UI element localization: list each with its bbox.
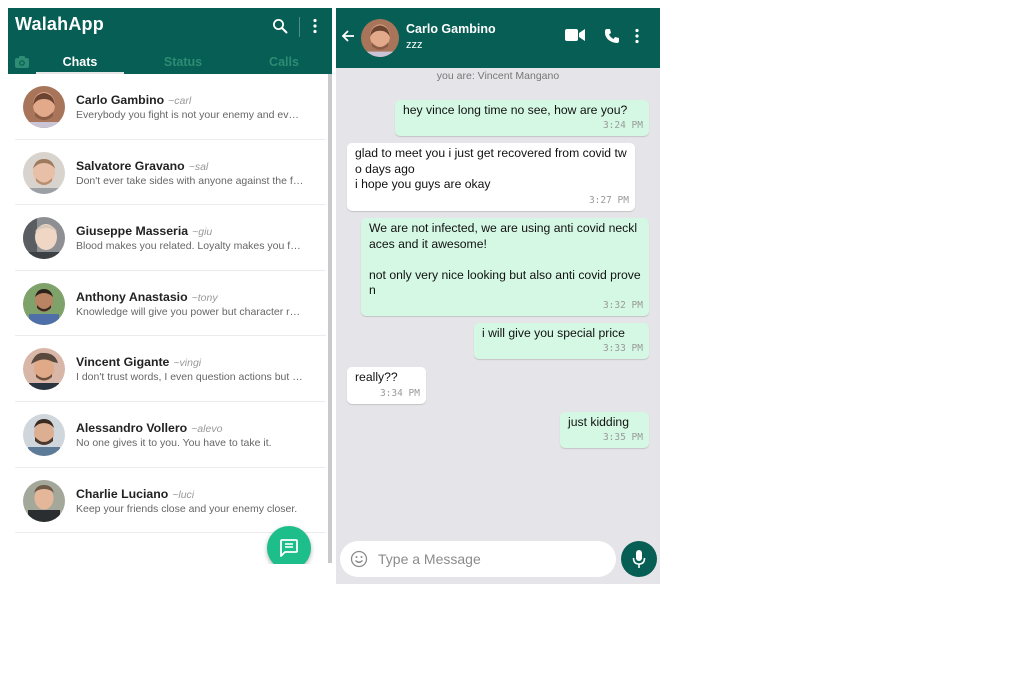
message-text: i will give you special price: [482, 326, 625, 340]
contact-name: Carlo Gambino: [406, 22, 496, 36]
message-bubble-outgoing: i will give you special price 3:33 PM: [474, 323, 649, 359]
chat-list-item[interactable]: Salvatore Gravano ~sal Don't ever take si…: [15, 140, 326, 206]
message-time: 3:35 PM: [602, 431, 643, 443]
message-bubble-outgoing: We are not infected, we are using anti c…: [361, 218, 649, 316]
conversation-header: Carlo Gambino zzz: [336, 8, 660, 68]
camera-icon[interactable]: [14, 55, 30, 71]
message-input[interactable]: [378, 548, 608, 570]
message-text: just kidding: [568, 415, 629, 429]
chat-last-message: Don't ever take sides with anyone agains…: [76, 174, 304, 187]
message-bubble-incoming: glad to meet you i just get recovered fr…: [347, 143, 635, 211]
message-time: 3:33 PM: [602, 342, 643, 354]
chat-list-item[interactable]: Carlo Gambino ~carl Everybody you fight i…: [15, 74, 326, 140]
contact-status: zzz: [406, 39, 423, 51]
tab-status[interactable]: Status: [138, 55, 228, 69]
new-chat-icon: [280, 539, 298, 557]
chat-name: Charlie Luciano ~luci: [76, 486, 195, 501]
chat-list-panel: WalahApp Chats Status Calls Carlo Gambin…: [8, 8, 332, 564]
chat-handle: ~alevo: [191, 422, 223, 435]
message-text: really??: [355, 370, 398, 384]
arrow-back-icon[interactable]: [340, 28, 356, 49]
chat-handle: ~luci: [172, 488, 195, 501]
chat-handle: ~sal: [188, 160, 209, 173]
video-call-icon[interactable]: [565, 28, 585, 47]
chat-list-item[interactable]: Charlie Luciano ~luci Keep your friends c…: [15, 468, 326, 534]
kebab-menu-icon[interactable]: [634, 28, 640, 49]
chat-name: Carlo Gambino ~carl: [76, 93, 192, 107]
chat-list: Carlo Gambino ~carl Everybody you fight i…: [8, 74, 326, 534]
chat-name: Anthony Anastasio ~tony: [76, 289, 218, 304]
chat-list-item[interactable]: Giuseppe Masseria ~giu Blood makes you re…: [15, 205, 326, 271]
chat-last-message: I don't trust words, I even question act…: [76, 371, 304, 384]
chat-list-scrollbar[interactable]: [328, 74, 332, 563]
chat-name: Giuseppe Masseria ~giu: [76, 224, 213, 239]
avatar: [23, 413, 65, 456]
message-time: 3:32 PM: [602, 299, 643, 311]
chat-list-item[interactable]: Vincent Gigante ~vingi I don't trust word…: [15, 336, 326, 402]
avatar: [23, 282, 65, 325]
message-text: glad to meet you i just get recovered fr…: [355, 146, 627, 191]
mic-button[interactable]: [621, 541, 657, 577]
chat-last-message: Keep your friends close and your enemy c…: [76, 502, 298, 515]
chat-handle: ~giu: [192, 226, 213, 239]
message-time: 3:34 PM: [379, 387, 420, 399]
new-chat-button[interactable]: [267, 526, 311, 564]
message-time: 3:24 PM: [602, 119, 643, 131]
chat-handle: ~carl: [168, 95, 192, 107]
kebab-menu-icon[interactable]: [304, 15, 326, 37]
avatar: [23, 348, 65, 391]
current-user-label: you are: Vincent Mangano: [436, 70, 560, 82]
search-icon[interactable]: [269, 15, 291, 37]
chat-last-message: Knowledge will give you power but charac…: [76, 305, 304, 318]
message-bubble-incoming: really?? 3:34 PM: [347, 367, 426, 404]
chat-last-message: No one gives it to you. You have to take…: [76, 436, 272, 449]
chat-list-item[interactable]: Anthony Anastasio ~tony Knowledge will gi…: [15, 271, 326, 337]
chat-name: Salvatore Gravano ~sal: [76, 158, 209, 173]
header-divider: [299, 17, 300, 37]
chat-last-message: Blood makes you related. Loyalty makes y…: [76, 240, 304, 253]
avatar: [23, 479, 65, 522]
app-header: WalahApp Chats Status Calls: [8, 8, 332, 74]
conversation-panel: Carlo Gambino zzz you are: Vincent Manga…: [336, 8, 660, 584]
contact-avatar[interactable]: [361, 19, 399, 57]
message-bubble-outgoing: hey vince long time no see, how are you?…: [395, 100, 649, 136]
avatar: [23, 217, 65, 260]
tab-bar: Chats Status Calls: [8, 52, 332, 74]
chat-name: Vincent Gigante ~vingi: [76, 355, 202, 370]
chat-handle: ~vingi: [173, 357, 202, 370]
message-text: We are not infected, we are using anti c…: [369, 221, 641, 297]
message-composer: [340, 541, 616, 577]
avatar: [23, 86, 65, 128]
chat-last-message: Everybody you fight is not your enemy an…: [76, 109, 304, 121]
avatar: [23, 151, 65, 194]
chat-name: Alessandro Vollero ~alevo: [76, 420, 223, 435]
phone-icon[interactable]: [604, 28, 620, 49]
chat-list-item[interactable]: Alessandro Vollero ~alevo No one gives it…: [15, 402, 326, 468]
microphone-icon: [632, 550, 646, 568]
tab-chats[interactable]: Chats: [36, 55, 124, 69]
message-time: 3:27 PM: [588, 194, 629, 206]
emoji-icon[interactable]: [350, 550, 368, 573]
app-title: WalahApp: [15, 14, 104, 34]
message-text: hey vince long time no see, how are you?: [403, 103, 628, 117]
chat-handle: ~tony: [191, 291, 218, 304]
message-bubble-outgoing: just kidding 3:35 PM: [560, 412, 649, 448]
tab-calls[interactable]: Calls: [248, 55, 320, 69]
